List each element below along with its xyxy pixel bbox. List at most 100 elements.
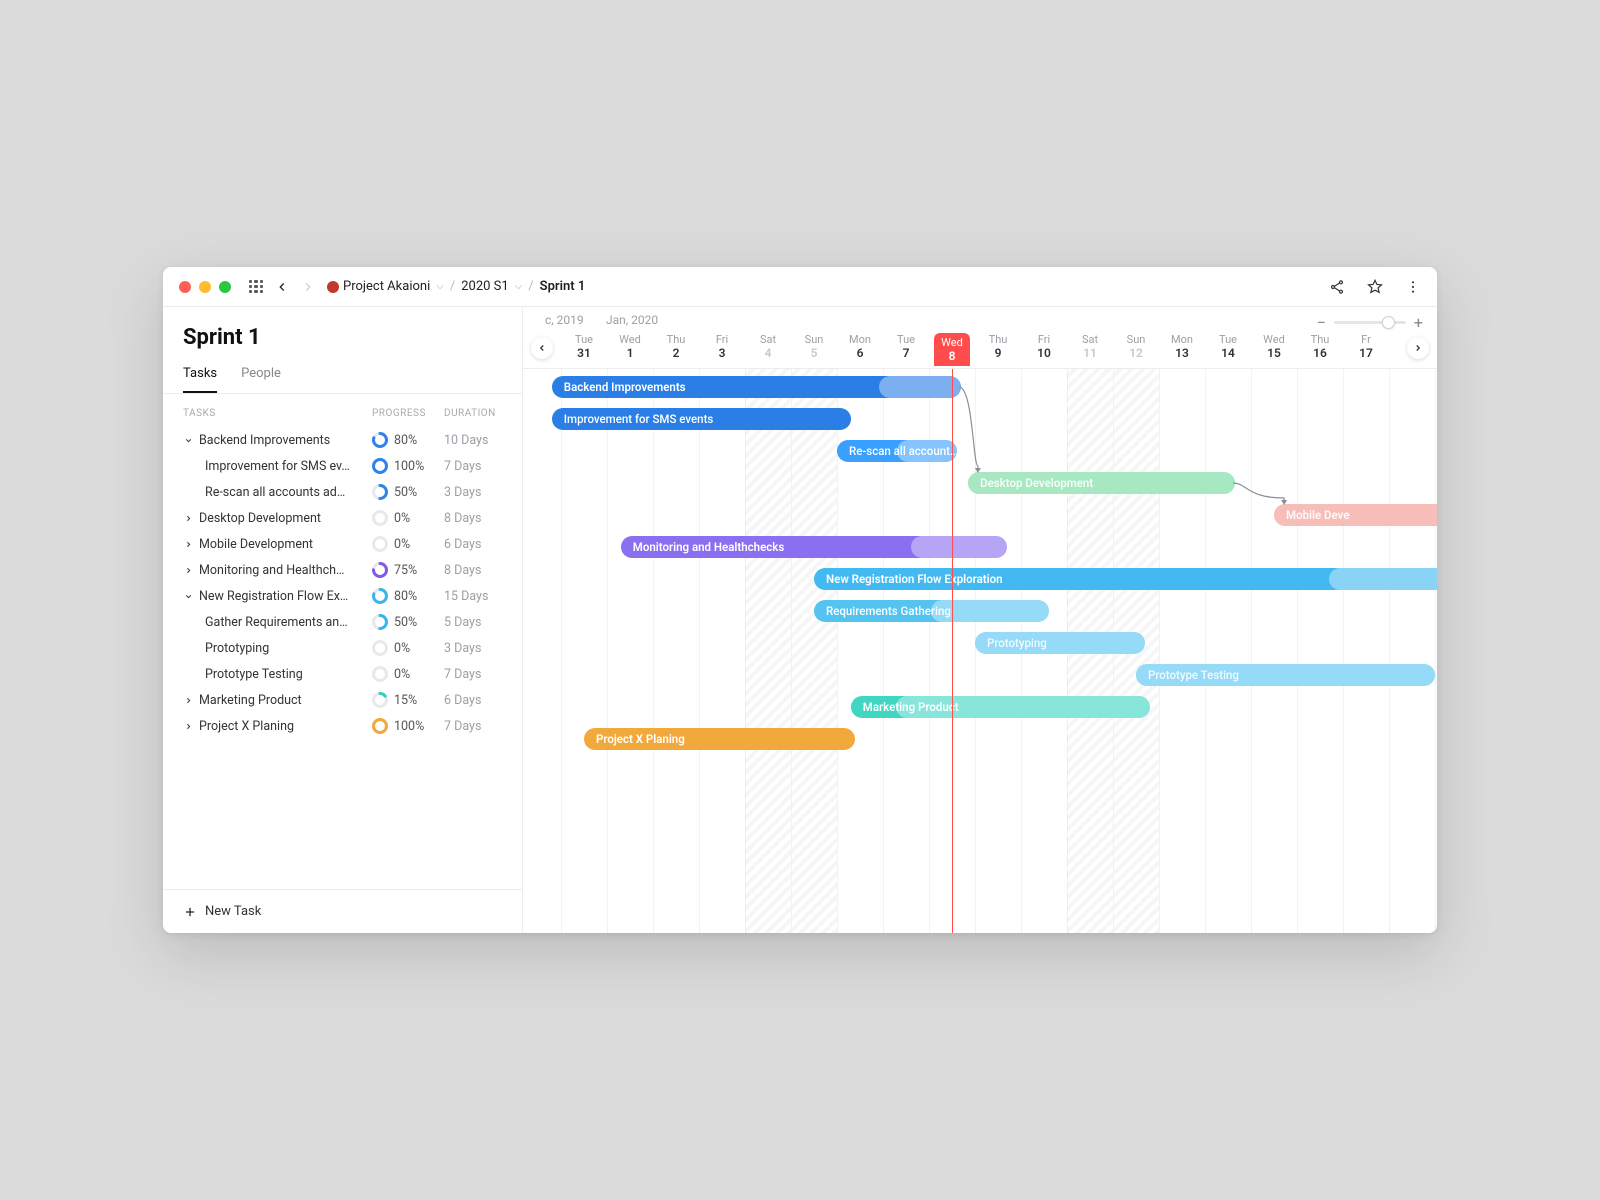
gantt-bar[interactable]: Improvement for SMS events	[552, 408, 851, 430]
timeline-day[interactable]: Sat11	[1067, 333, 1113, 361]
timeline-day[interactable]: Wed1	[607, 333, 653, 361]
timeline-day[interactable]: Tue14	[1205, 333, 1251, 361]
gantt-bar[interactable]: Prototyping	[975, 632, 1145, 654]
chevron-right-icon[interactable]	[183, 514, 193, 523]
timeline-day-dow: Thu	[975, 333, 1021, 346]
task-progress: 100%	[372, 458, 444, 474]
share-icon[interactable]	[1329, 279, 1345, 295]
timeline-day[interactable]: Mon6	[837, 333, 883, 361]
timeline-scroll-left-button[interactable]	[531, 337, 553, 359]
task-row[interactable]: Re-scan all accounts ad…50%3 Days	[163, 479, 522, 505]
task-row[interactable]: Backend Improvements80%10 Days	[163, 427, 522, 453]
task-row[interactable]: Mobile Development0%6 Days	[163, 531, 522, 557]
gantt-bar[interactable]: Marketing Product	[851, 696, 1150, 718]
more-icon[interactable]	[1405, 279, 1421, 295]
task-progress-value: 50%	[394, 615, 417, 630]
chevron-down-icon[interactable]	[183, 436, 193, 445]
chevron-right-icon[interactable]	[183, 722, 193, 731]
gantt-bar[interactable]: Prototype Testing	[1136, 664, 1435, 686]
timeline-day[interactable]: Fr17	[1343, 333, 1389, 361]
task-row[interactable]: Prototyping0%3 Days	[163, 635, 522, 661]
task-row[interactable]: New Registration Flow Ex…80%15 Days	[163, 583, 522, 609]
tab-people[interactable]: People	[241, 358, 281, 393]
timeline-day-dow: Wed	[607, 333, 653, 346]
task-progress: 0%	[372, 536, 444, 552]
gantt-bar-label: Monitoring and Healthchecks	[633, 540, 784, 554]
timeline-day[interactable]: Thu16	[1297, 333, 1343, 361]
timeline-day-dow: Sun	[1113, 333, 1159, 346]
chevron-right-icon[interactable]	[183, 696, 193, 705]
star-icon[interactable]	[1367, 279, 1383, 295]
chevron-right-icon[interactable]	[183, 540, 193, 549]
timeline-day[interactable]: Fri3	[699, 333, 745, 361]
zoom-in-button[interactable]: +	[1414, 313, 1423, 332]
timeline-day-dow: Mon	[837, 333, 883, 346]
nav-forward-button[interactable]	[301, 280, 315, 294]
timeline-day-dow: Thu	[1297, 333, 1343, 346]
timeline-day[interactable]: Thu9	[975, 333, 1021, 361]
nav-back-button[interactable]	[275, 280, 289, 294]
gantt-bar[interactable]: Project X Planing	[584, 728, 855, 750]
chevron-down-icon: ⌵	[436, 281, 444, 292]
progress-ring-icon	[372, 640, 388, 656]
timeline-month-label: c, 2019	[545, 313, 584, 327]
minimize-window-button[interactable]	[199, 281, 211, 293]
timeline-day-num: 17	[1343, 346, 1389, 361]
breadcrumb-label: 2020 S1	[461, 279, 508, 294]
new-task-button[interactable]: New Task	[163, 889, 522, 933]
timeline-day[interactable]: Fri10	[1021, 333, 1067, 361]
task-row[interactable]: Desktop Development0%8 Days	[163, 505, 522, 531]
task-row[interactable]: Marketing Product15%6 Days	[163, 687, 522, 713]
timeline-day[interactable]: Sun5	[791, 333, 837, 361]
timeline-day[interactable]: Tue7	[883, 333, 929, 361]
timeline-day[interactable]: Thu2	[653, 333, 699, 361]
app-grid-icon[interactable]	[249, 280, 263, 294]
gantt-bar[interactable]: Desktop Development	[968, 472, 1235, 494]
task-row[interactable]: Prototype Testing0%7 Days	[163, 661, 522, 687]
task-name: Re-scan all accounts ad…	[205, 485, 345, 500]
breadcrumb-item[interactable]: Project Akaioni⌵	[327, 279, 444, 294]
task-progress-value: 80%	[394, 589, 417, 604]
task-progress-value: 50%	[394, 485, 417, 500]
chevron-right-icon[interactable]	[183, 566, 193, 575]
gantt-bar[interactable]: Requirements Gathering	[814, 600, 1049, 622]
maximize-window-button[interactable]	[219, 281, 231, 293]
timeline-day[interactable]: Mon13	[1159, 333, 1205, 361]
task-progress: 0%	[372, 666, 444, 682]
toolbar: Project Akaioni⌵/2020 S1⌵/Sprint 1	[163, 267, 1437, 307]
chevron-down-icon[interactable]	[183, 592, 193, 601]
breadcrumb-item[interactable]: Sprint 1	[540, 279, 586, 294]
task-progress-value: 100%	[394, 459, 424, 474]
timeline-day[interactable]: Tue31	[561, 333, 607, 361]
gantt-bar[interactable]: Monitoring and Healthchecks	[621, 536, 1007, 558]
gantt-bar[interactable]: Backend Improvements	[552, 376, 961, 398]
task-duration: 6 Days	[444, 693, 502, 708]
gantt-bar-label: Mobile Deve	[1286, 508, 1350, 522]
task-name: Desktop Development	[199, 511, 321, 526]
timeline-day[interactable]: Sat4	[745, 333, 791, 361]
timeline-day-num: 1	[607, 346, 653, 361]
timeline-day[interactable]: Wed8	[934, 333, 970, 366]
tab-tasks[interactable]: Tasks	[183, 358, 217, 393]
progress-ring-icon	[372, 588, 388, 604]
task-row[interactable]: Project X Planing100%7 Days	[163, 713, 522, 739]
task-row[interactable]: Improvement for SMS ev…100%7 Days	[163, 453, 522, 479]
timeline-day-num: 7	[883, 346, 929, 361]
gantt-bar[interactable]: Mobile Deve	[1274, 504, 1437, 526]
timeline-day[interactable]: Sun12	[1113, 333, 1159, 361]
close-window-button[interactable]	[179, 281, 191, 293]
zoom-slider[interactable]	[1334, 321, 1406, 324]
timeline-day[interactable]: Wed15	[1251, 333, 1297, 361]
gantt-bar[interactable]: Re-scan all account…	[837, 440, 957, 462]
breadcrumb-item[interactable]: 2020 S1⌵	[461, 279, 522, 294]
progress-ring-icon	[372, 718, 388, 734]
timeline-day-dow: Fri	[1021, 333, 1067, 346]
task-row[interactable]: Gather Requirements an…50%5 Days	[163, 609, 522, 635]
zoom-out-button[interactable]: −	[1317, 313, 1326, 332]
gantt-bar[interactable]: New Registration Flow Exploration	[814, 568, 1437, 590]
timeline-day-dow: Fr	[1343, 333, 1389, 346]
timeline-scroll-right-button[interactable]	[1407, 337, 1429, 359]
task-list: Backend Improvements80%10 DaysImprovemen…	[163, 427, 522, 889]
task-name: Project X Planing	[199, 719, 294, 734]
task-row[interactable]: Monitoring and Healthch…75%8 Days	[163, 557, 522, 583]
